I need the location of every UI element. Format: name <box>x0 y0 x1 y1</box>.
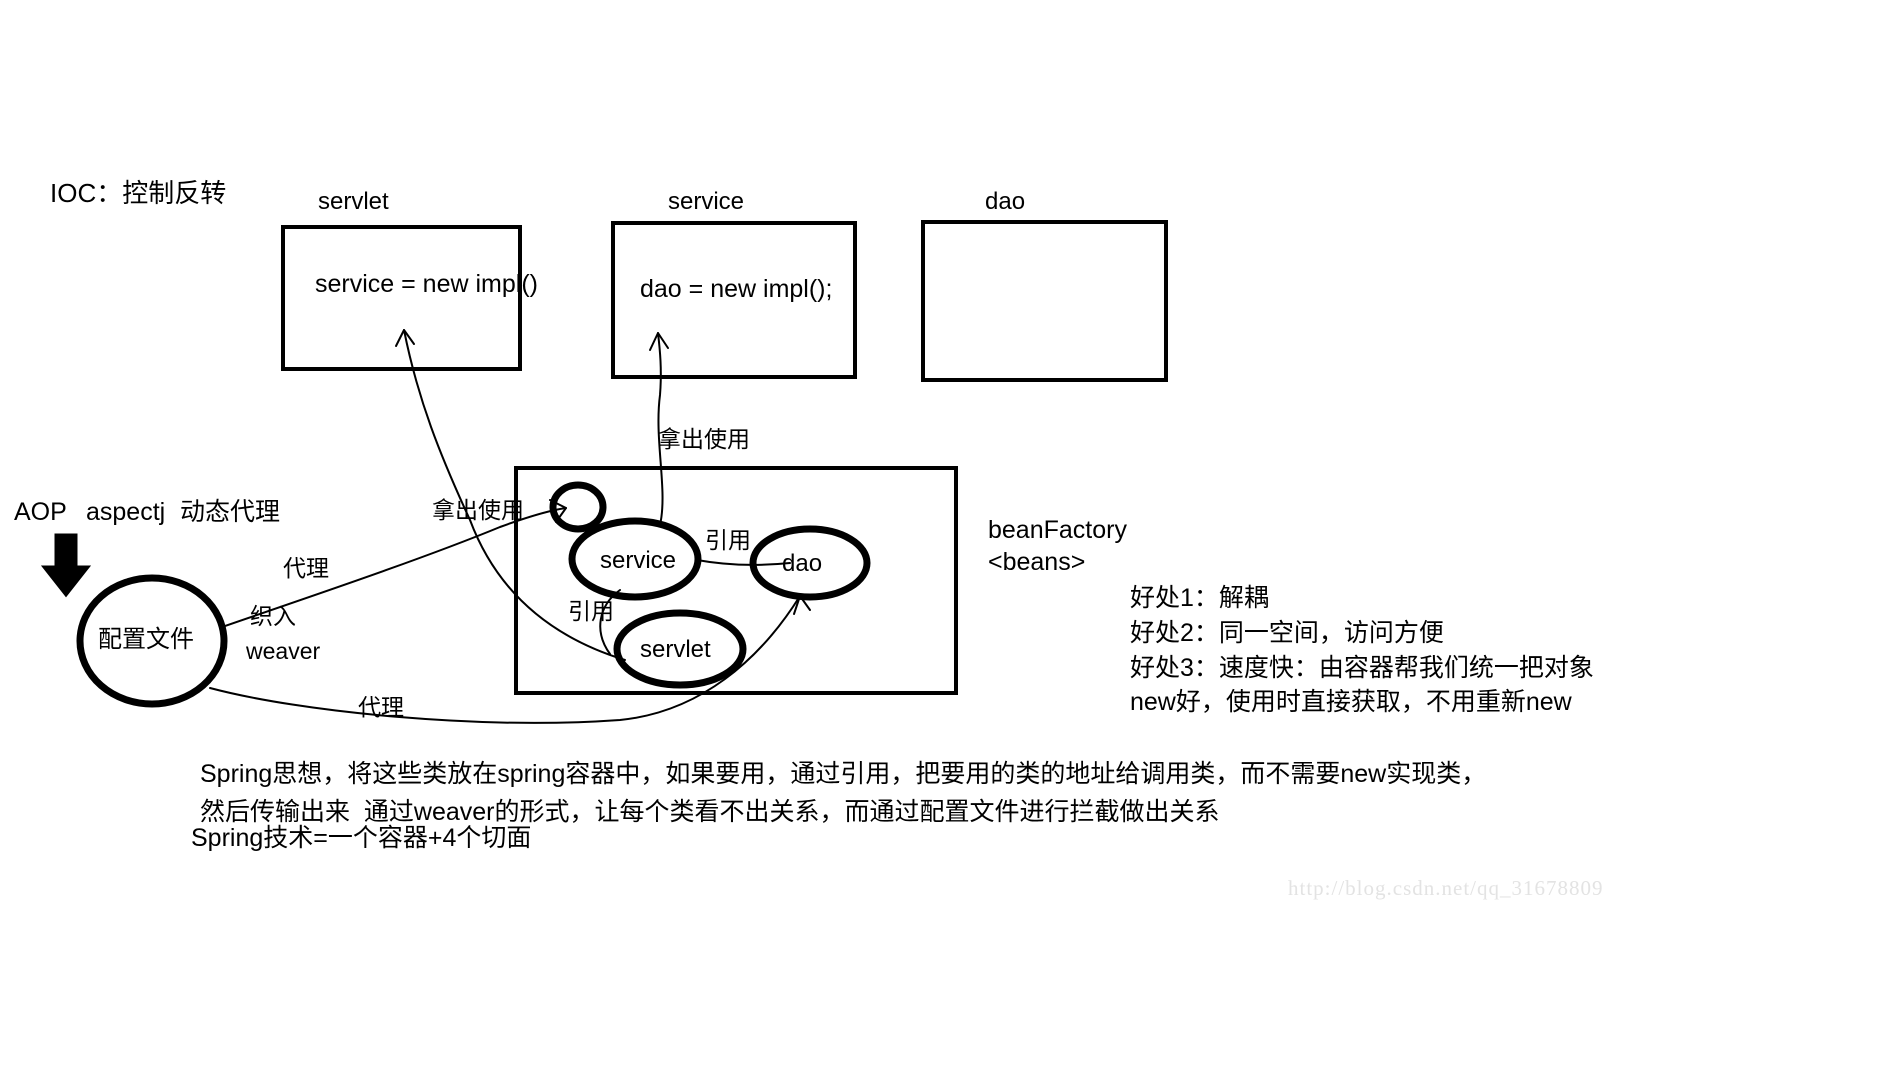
diagram-canvas: IOC：控制反转 servlet service dao service = n… <box>0 0 1892 1091</box>
edge-label-weave-en: weaver <box>246 638 321 664</box>
node-label-dao: dao <box>782 550 823 577</box>
node-label-service: service <box>600 547 677 574</box>
edge-label-take-out-use-left: 拿出使用 <box>432 497 524 523</box>
page-title: IOC：控制反转 <box>50 178 227 208</box>
class-box-servlet <box>281 225 522 371</box>
class-box-body-servlet: service = new impl() <box>315 270 538 298</box>
down-arrow-icon <box>40 533 92 598</box>
bean-factory-container <box>514 466 958 695</box>
summary-line-1: Spring思想，将这些类放在spring容器中，如果要用，通过引用，把要用的类… <box>200 760 1487 788</box>
benefit-item-3: 好处3：速度快：由容器帮我们统一把对象 <box>1130 654 1594 682</box>
benefit-item-1: 好处1：解耦 <box>1130 584 1269 612</box>
aspectj-label: aspectj <box>86 498 166 526</box>
config-file-node-label: 配置文件 <box>98 626 194 653</box>
benefit-item-2: 好处2：同一空间，访问方便 <box>1130 619 1444 647</box>
watermark: http://blog.csdn.net/qq_31678809 <box>1288 876 1604 900</box>
bean-factory-label: beanFactory <box>988 516 1127 544</box>
dynamic-proxy-label: 动态代理 <box>180 498 281 526</box>
edge-label-reference-service-dao: 引用 <box>705 527 751 553</box>
node-label-servlet: servlet <box>640 636 711 663</box>
edge-label-proxy-top: 代理 <box>283 555 329 581</box>
class-box-title-dao: dao <box>985 188 1026 215</box>
summary-line-2: 然后传输出来 通过weaver的形式，让每个类看不出关系，而通过配置文件进行拦截… <box>200 798 1220 826</box>
class-box-title-servlet: servlet <box>318 188 389 215</box>
beans-tag-label: <beans> <box>988 548 1086 576</box>
edge-label-proxy-bottom: 代理 <box>358 694 404 720</box>
benefit-item-4: new好，使用时直接获取，不用重新new <box>1130 688 1572 716</box>
edge-label-take-out-use-mid: 拿出使用 <box>658 426 750 452</box>
edge-label-reference-servlet-service: 引用 <box>568 598 614 624</box>
edge-label-weave-cn: 织入 <box>250 603 296 629</box>
class-box-body-service: dao = new impl(); <box>640 275 833 303</box>
summary-line-3: Spring技术=一个容器+4个切面 <box>191 824 532 852</box>
aop-label: AOP <box>14 498 67 526</box>
class-box-title-service: service <box>668 188 745 215</box>
class-box-dao <box>921 220 1168 382</box>
